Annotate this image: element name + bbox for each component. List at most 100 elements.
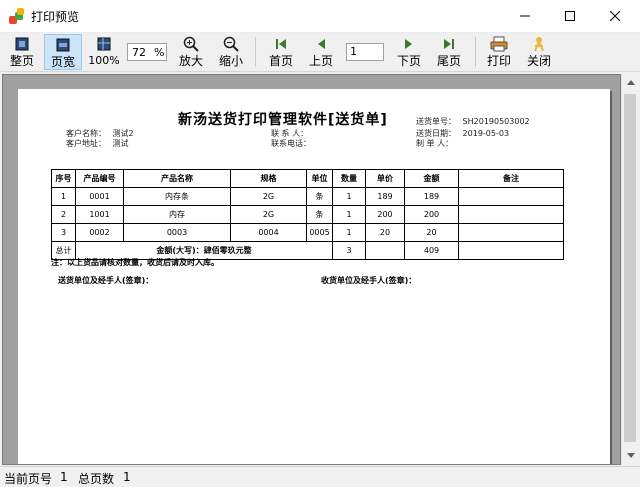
window-title: 打印预览	[31, 10, 80, 24]
table-cell: 189	[404, 187, 459, 206]
document-title: 新汤送货打印管理软件[送货单]	[178, 112, 388, 128]
table-cell	[458, 223, 564, 242]
table-cell: 条	[306, 187, 333, 206]
column-header: 单价	[365, 169, 405, 188]
current-page-value: 1	[60, 470, 68, 484]
customer-address: 测试	[112, 139, 129, 148]
print-button[interactable]: 打印	[483, 34, 515, 70]
customer-address-line: 客户地址： 测试	[66, 139, 129, 149]
customer-name-label: 客户名称：	[66, 129, 106, 138]
scroll-thumb[interactable]	[624, 94, 636, 442]
contact-label: 联 系 人：	[271, 129, 309, 138]
close-preview-button[interactable]: 关闭	[523, 34, 555, 70]
table-cell: 0001	[75, 187, 124, 206]
document-note: 注：以上货品请核对数量，收货后请及时入库。	[51, 258, 219, 267]
customer-name-line: 客户名称： 测试2	[66, 129, 134, 139]
prev-page-icon	[318, 39, 325, 49]
next-page-button[interactable]: 下页	[393, 34, 425, 70]
contact-phone-label: 联系电话：	[271, 139, 311, 148]
table-cell	[365, 241, 405, 260]
table-cell: 200	[365, 205, 405, 224]
delivery-no-line: 送货单号： SH20190503002	[416, 117, 530, 127]
table-cell: 3	[51, 223, 76, 242]
delivery-table: 序号 产品编号 产品名称 规格 单位 数量 单价 金额 备注 1 0001 内存…	[51, 169, 564, 260]
table-cell: 条	[306, 205, 333, 224]
page-width-label: 页宽	[50, 55, 75, 69]
page-width-button[interactable]: 页宽	[44, 34, 82, 70]
zoom-out-button[interactable]: 缩小	[215, 34, 247, 70]
zoom-input[interactable]: 72 %	[127, 43, 167, 61]
maker-label: 制 单 人：	[416, 139, 454, 148]
column-header: 金额	[404, 169, 459, 188]
column-header: 产品编号	[75, 169, 124, 188]
table-cell: 200	[404, 205, 459, 224]
delivery-no-label: 送货单号：	[416, 117, 456, 126]
maximize-icon	[565, 11, 575, 21]
close-icon	[610, 11, 620, 21]
prev-page-label: 上页	[308, 54, 333, 68]
zoom-in-icon	[183, 36, 199, 52]
delivery-date: 2019-05-03	[462, 129, 510, 138]
page-number-input[interactable]: 1	[346, 43, 384, 61]
table-cell: 内存条	[123, 187, 231, 206]
toolbar-separator	[255, 37, 256, 67]
table-row: 2 1001 内存 2G 条 1 200 200	[51, 205, 564, 224]
table-cell: 0002	[75, 223, 124, 242]
toolbar: 整页 页宽 100% 放大 缩小 首页 上页 下页 尾页 打印 关闭	[0, 33, 640, 72]
preview-area[interactable]: 新汤送货打印管理软件[送货单] 客户名称： 测试2 客户地址： 测试 联 系 人…	[2, 74, 621, 465]
preview-page: 新汤送货打印管理软件[送货单] 客户名称： 测试2 客户地址： 测试 联 系 人…	[18, 89, 610, 464]
zoom-unit: %	[154, 45, 165, 59]
table-cell: 0005	[306, 223, 333, 242]
app-logo-icon	[9, 8, 24, 24]
table-cell: 20	[404, 223, 459, 242]
table-cell: 2G	[230, 205, 307, 224]
next-page-icon	[405, 39, 412, 49]
prev-page-button[interactable]: 上页	[305, 34, 337, 70]
column-header: 规格	[230, 169, 307, 188]
close-window-button[interactable]	[592, 0, 638, 32]
sender-signature-label: 送货单位及经手人(签章)：	[58, 276, 154, 285]
minimize-icon	[520, 15, 530, 17]
last-page-icon	[444, 39, 454, 49]
delivery-date-label: 送货日期：	[416, 129, 456, 138]
actual-size-label: 100%	[88, 54, 120, 67]
column-header: 单位	[306, 169, 333, 188]
scroll-down-button[interactable]	[622, 447, 639, 464]
vertical-scrollbar[interactable]	[621, 74, 639, 465]
table-cell: 2	[51, 205, 76, 224]
fit-page-button[interactable]: 整页	[6, 34, 38, 70]
zoom-out-icon	[223, 36, 239, 52]
total-amount: 409	[404, 241, 459, 260]
maximize-button[interactable]	[547, 0, 593, 32]
column-header: 序号	[51, 169, 76, 188]
minimize-button[interactable]	[502, 0, 548, 32]
page-number-value: 1	[350, 45, 357, 58]
first-page-button[interactable]: 首页	[265, 34, 297, 70]
scroll-up-button[interactable]	[622, 74, 639, 91]
table-row: 3 0002 0003 0004 0005 1 20 20	[51, 223, 564, 242]
table-header-row: 序号 产品编号 产品名称 规格 单位 数量 单价 金额 备注	[51, 169, 564, 188]
total-pages-label: 总页数	[78, 472, 115, 486]
status-bar: 当前页号 1 总页数 1	[0, 466, 640, 487]
table-cell: 1001	[75, 205, 124, 224]
delivery-date-line: 送货日期： 2019-05-03	[416, 129, 509, 139]
table-cell	[458, 205, 564, 224]
table-cell: 1	[332, 223, 366, 242]
title-bar: 打印预览	[0, 0, 640, 33]
toolbar-separator	[475, 37, 476, 67]
zoom-in-button[interactable]: 放大	[175, 34, 207, 70]
total-qty: 3	[332, 241, 366, 260]
close-preview-label: 关闭	[526, 54, 551, 68]
table-cell: 20	[365, 223, 405, 242]
receiver-signature-label: 收货单位及经手人(签章)：	[321, 276, 417, 285]
current-page-label: 当前页号	[4, 472, 53, 486]
zoom-out-label: 缩小	[218, 54, 243, 68]
fit-page-label: 整页	[9, 54, 34, 68]
next-page-label: 下页	[396, 54, 421, 68]
actual-size-button[interactable]: 100%	[88, 34, 120, 70]
last-page-button[interactable]: 尾页	[433, 34, 465, 70]
first-page-label: 首页	[268, 54, 293, 68]
first-page-icon	[276, 39, 286, 49]
printer-icon	[490, 36, 508, 52]
scroll-down-icon	[626, 453, 635, 458]
